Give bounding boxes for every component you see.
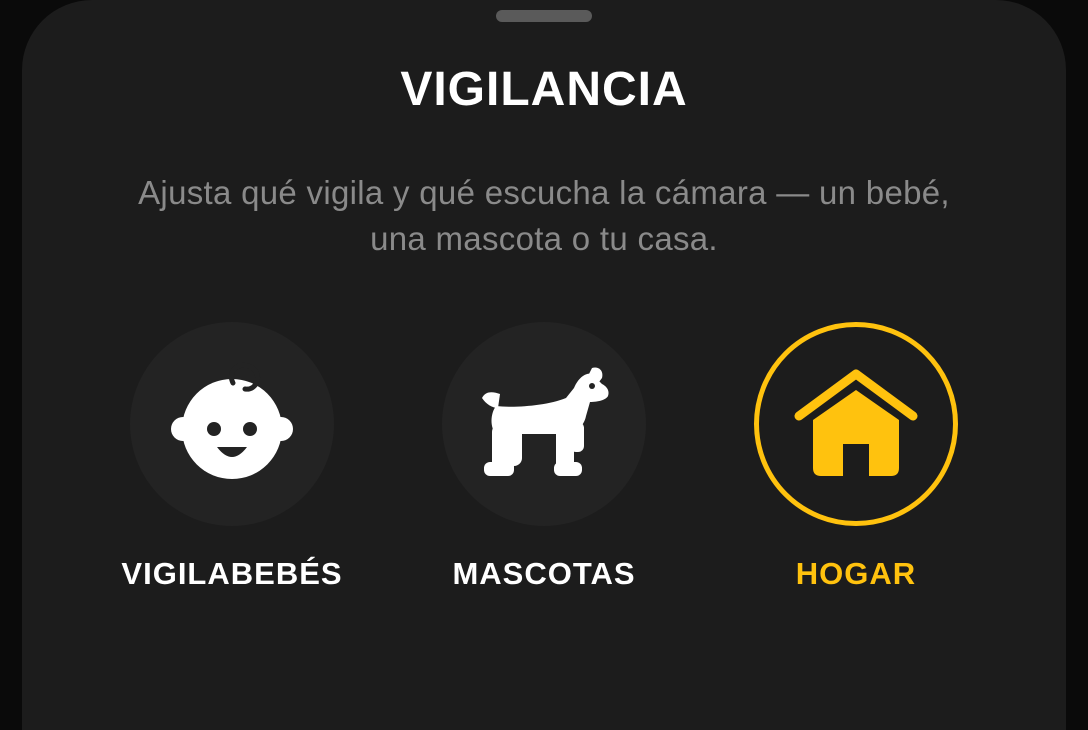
mode-button-pets[interactable] — [442, 322, 646, 526]
mode-option-home[interactable]: HOGAR — [726, 322, 986, 592]
mode-label-pets: MASCOTAS — [452, 556, 636, 591]
sheet-title: VIGILANCIA — [400, 63, 688, 116]
mode-option-pets[interactable]: MASCOTAS — [414, 322, 674, 592]
baby-face-icon — [171, 362, 293, 479]
mode-label-home: HOGAR — [795, 556, 917, 591]
mode-label-baby: VIGILABEBÉS — [121, 556, 343, 591]
mode-option-baby[interactable]: VIGILABEBÉS — [102, 322, 362, 592]
mode-button-home[interactable] — [754, 322, 958, 526]
house-icon — [794, 369, 918, 476]
mode-button-baby[interactable] — [130, 322, 334, 526]
sheet-description: Ajusta qué vigila y qué escucha la cámar… — [138, 174, 950, 257]
dog-icon — [482, 367, 609, 476]
sheet-grabber-handle[interactable] — [496, 10, 592, 22]
